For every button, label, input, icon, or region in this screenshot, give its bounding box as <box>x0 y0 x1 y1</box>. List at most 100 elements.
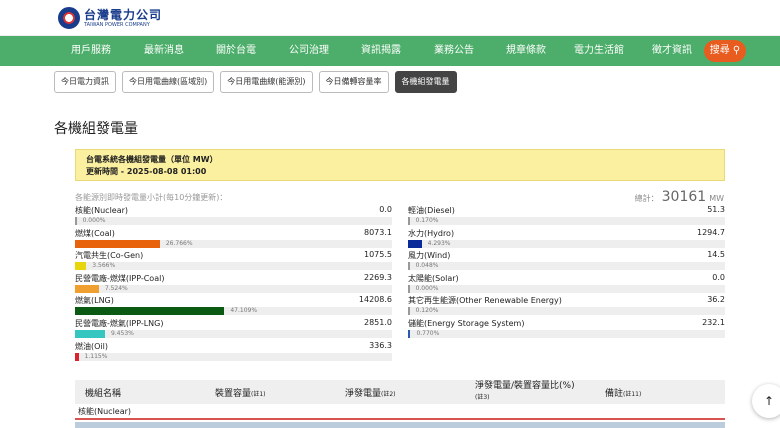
update-notice: 台電系統各機組發電量（單位 MW） 更新時間 - 2025-08-08 01:0… <box>75 149 725 181</box>
sub-tabs: 今日電力資訊 今日用電曲線(區域別) 今日用電曲線(能源別) 今日備轉容量率 各… <box>54 71 457 93</box>
energy-row: 汽電共生(Co-Gen) 1075.5 3.566% <box>75 250 392 273</box>
nav-item-announcements[interactable]: 業務公告 <box>434 36 474 66</box>
energy-bar-fill <box>75 307 225 316</box>
energy-value: 1075.5 <box>364 250 392 260</box>
tab-reserve-margin[interactable]: 今日備轉容量率 <box>318 71 389 93</box>
energy-row: 燃油(Oil) 336.3 1.115% <box>75 341 392 364</box>
energy-bar-track: 1.115% <box>75 352 392 361</box>
energy-value: 51.3 <box>707 205 725 214</box>
energy-bar-track: 9.453% <box>75 329 392 338</box>
nav-item-regulations[interactable]: 規章條款 <box>506 36 546 66</box>
energy-bar-fill <box>75 329 105 338</box>
energy-name: 燃氣(LNG) <box>75 296 114 306</box>
energy-name: 太陽能(Solar) <box>408 273 459 283</box>
energy-list-left: 核能(Nuclear) 0.0 0.000% 燃煤(Coal) 8073.1 26.766… <box>75 205 392 363</box>
energy-bar-track: 0.120% <box>408 307 725 316</box>
site-header: 台灣電力公司 TAIWAN POWER COMPANY <box>0 0 780 36</box>
brand-name-zh: 台灣電力公司 <box>84 7 163 22</box>
notice-update-time: 更新時間 - 2025-08-08 01:00 <box>86 167 207 176</box>
energy-percent: 0.170% <box>415 217 439 224</box>
energy-bar-track: 0.048% <box>408 262 725 271</box>
energy-percent: 1.115% <box>84 352 108 360</box>
energy-percent: 7.524% <box>104 284 128 292</box>
total-generation: 總計： 30161 MW <box>635 189 724 205</box>
energy-row: 民營電廠-燃煤(IPP-Coal) 2269.3 7.524% <box>75 273 392 296</box>
energy-bar-fill <box>408 329 411 338</box>
energy-percent: 0.048% <box>415 262 439 270</box>
arrow-up-icon: ↑ <box>763 394 775 408</box>
energy-name: 民營電廠-燃煤(IPP-Coal) <box>75 273 165 283</box>
energy-bar-fill <box>408 262 410 271</box>
energy-percent: 0.000% <box>82 217 106 224</box>
taipower-logo[interactable]: 台灣電力公司 TAIWAN POWER COMPANY <box>58 7 162 29</box>
nav-item-governance[interactable]: 公司治理 <box>289 36 329 66</box>
col-remarks: 備註(註11) <box>605 389 642 399</box>
energy-bar-track: 26.766% <box>75 239 392 248</box>
energy-list-right: 輕油(Diesel) 51.3 0.170% 水力(Hydro) 1294.7 4.293… <box>408 205 725 341</box>
energy-percent: 26.766% <box>165 239 193 247</box>
nav-item-disclosure[interactable]: 資訊揭露 <box>361 36 401 66</box>
energy-row: 核能(Nuclear) 0.0 0.000% <box>75 205 392 228</box>
search-label: 搜尋 <box>709 45 730 56</box>
energy-row: 太陽能(Solar) 0.0 0.000% <box>408 273 725 296</box>
summary-label: 各能源別即時發電量小計(每10分鐘更新)： <box>75 193 228 202</box>
nav-item-customer-service[interactable]: 用戶服務 <box>71 36 111 66</box>
col-unit-name: 機組名稱 <box>85 389 122 399</box>
energy-name: 汽電共生(Co-Gen) <box>75 251 144 261</box>
energy-value: 14208.6 <box>358 295 392 305</box>
taipower-emblem-icon <box>58 7 80 29</box>
energy-name: 輕油(Diesel) <box>408 206 455 215</box>
energy-bar-track: 0.770% <box>408 329 725 338</box>
energy-name: 燃煤(Coal) <box>75 228 115 238</box>
energy-percent: 9.453% <box>110 329 134 337</box>
energy-value: 36.2 <box>707 295 725 305</box>
energy-row: 儲能(Energy Storage System) 232.1 0.770% <box>408 318 725 341</box>
energy-row: 燃煤(Coal) 8073.1 26.766% <box>75 228 392 251</box>
table-row <box>75 422 725 428</box>
energy-row: 水力(Hydro) 1294.7 4.293% <box>408 228 725 251</box>
notice-title: 台電系統各機組發電量（單位 MW） <box>86 155 218 164</box>
nav-item-news[interactable]: 最新消息 <box>144 36 184 66</box>
main-nav: 用戶服務 最新消息 關於台電 公司治理 資訊揭露 業務公告 規章條款 電力生活館… <box>0 36 780 66</box>
energy-bar-fill <box>75 352 79 361</box>
energy-row: 民營電廠-燃氣(IPP-LNG) 2851.0 9.453% <box>75 318 392 341</box>
energy-value: 14.5 <box>707 250 725 260</box>
nav-item-power-life[interactable]: 電力生活館 <box>574 36 624 66</box>
energy-row: 輕油(Diesel) 51.3 0.170% <box>408 205 725 228</box>
energy-value: 336.3 <box>369 340 392 350</box>
col-net-generation: 淨發電量(註2) <box>345 389 396 399</box>
energy-percent: 0.000% <box>415 284 439 292</box>
energy-percent: 47.109% <box>230 307 258 315</box>
energy-value: 0.0 <box>379 205 392 214</box>
energy-value: 0.0 <box>712 272 725 282</box>
energy-bar-fill <box>75 284 99 293</box>
energy-row: 風力(Wind) 14.5 0.048% <box>408 250 725 273</box>
tab-load-curve-energy[interactable]: 今日用電曲線(能源別) <box>220 71 313 93</box>
tab-load-curve-region[interactable]: 今日用電曲線(區域別) <box>122 71 215 93</box>
nav-item-careers[interactable]: 徵才資訊 <box>652 36 692 66</box>
nav-item-about[interactable]: 關於台電 <box>216 36 256 66</box>
tab-today-power-info[interactable]: 今日電力資訊 <box>54 71 116 93</box>
col-capacity: 裝置容量(註1) <box>215 389 266 399</box>
energy-bar-fill <box>408 307 410 316</box>
total-prefix: 總計： <box>634 194 659 203</box>
energy-name: 水力(Hydro) <box>408 228 455 238</box>
energy-bar-fill <box>75 262 87 271</box>
brand-name-en: TAIWAN POWER COMPANY <box>84 21 150 28</box>
table-section-nuclear: 核能(Nuclear) <box>75 404 725 420</box>
energy-percent: 4.293% <box>427 239 451 247</box>
energy-percent: 0.770% <box>416 329 440 337</box>
energy-name: 儲能(Energy Storage System) <box>408 318 525 328</box>
energy-value: 232.1 <box>702 317 725 327</box>
energy-bar-track: 0.170% <box>408 217 725 225</box>
energy-name: 風力(Wind) <box>408 251 451 261</box>
total-unit: MW <box>709 194 724 203</box>
energy-percent: 3.566% <box>92 262 116 270</box>
energy-bar-track: 0.000% <box>75 217 392 225</box>
energy-row: 其它再生能源(Other Renewable Energy) 36.2 0.120% <box>408 295 725 318</box>
energy-name: 其它再生能源(Other Renewable Energy) <box>408 296 562 306</box>
search-button[interactable]: 搜尋 ⚲ <box>704 40 746 62</box>
energy-bar-track: 7.524% <box>75 284 392 293</box>
scroll-to-top-button[interactable]: ↑ <box>752 384 780 418</box>
tab-unit-generation[interactable]: 各機組發電量 <box>394 71 457 93</box>
